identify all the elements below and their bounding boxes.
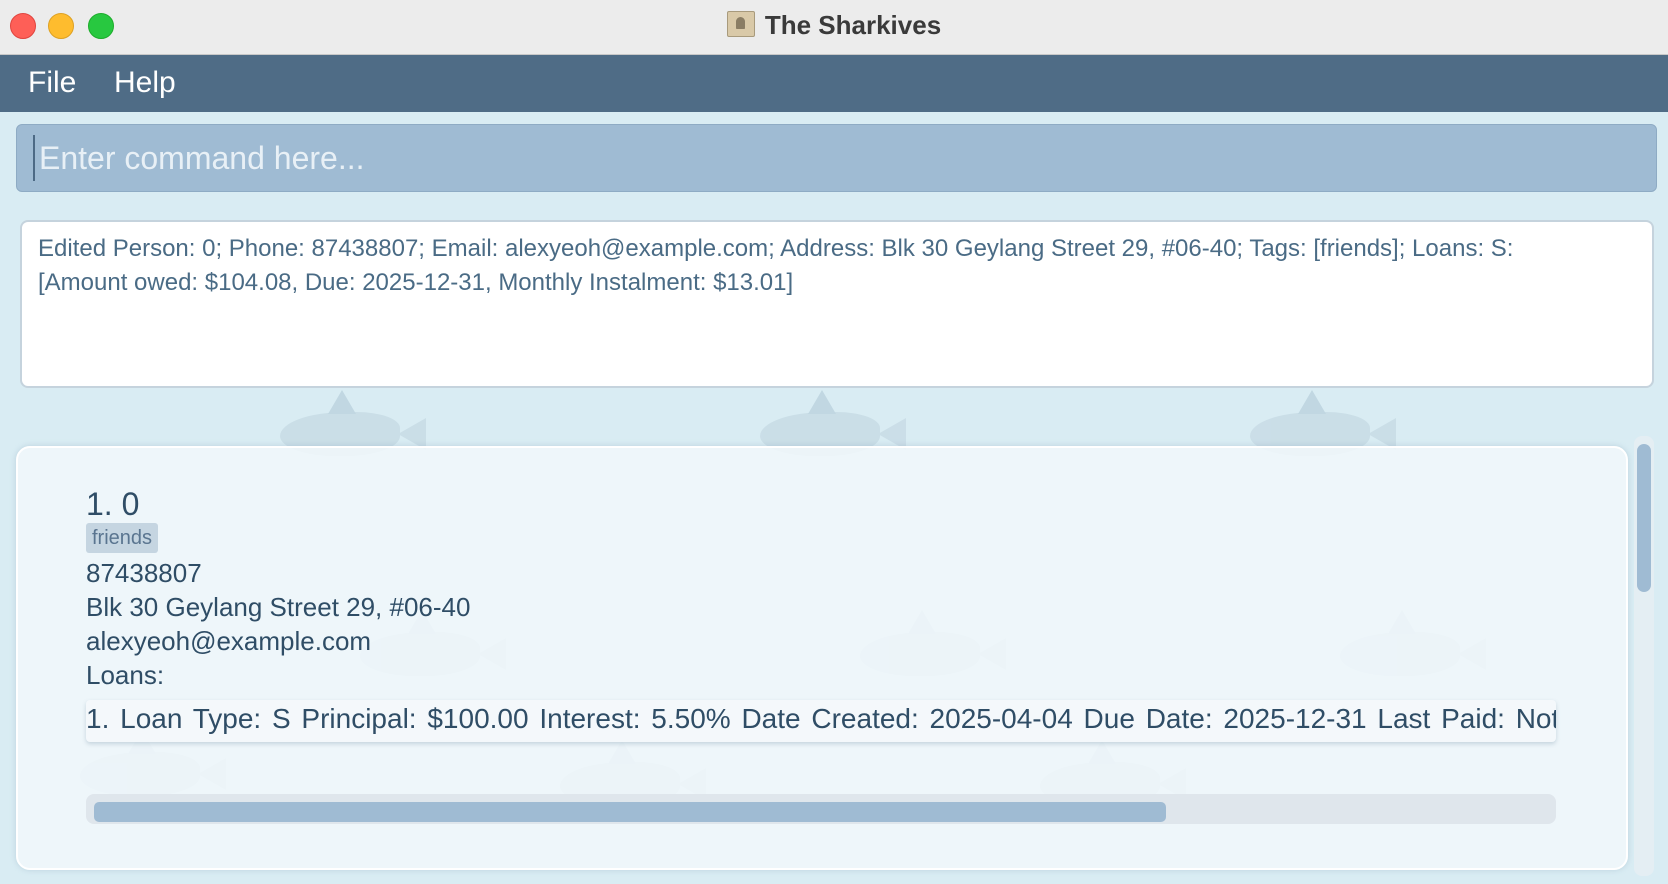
loan-details: 1. Loan Type: S Principal: $100.00 Inter…: [86, 703, 1556, 734]
window-title-container: The Sharkives: [0, 10, 1668, 41]
command-box: [16, 124, 1657, 192]
person-address: Blk 30 Geylang Street 29, #06-40: [86, 592, 471, 622]
tag-badge: friends: [86, 523, 159, 553]
menu-file[interactable]: File: [28, 66, 76, 100]
person-phone: 87438807: [86, 558, 202, 588]
person-email: alexyeoh@example.com: [86, 626, 372, 656]
person-name: 1. 0: [86, 486, 140, 522]
result-line-1: Edited Person: 0; Phone: 87438807; Email…: [38, 235, 1514, 262]
address-book-icon: [726, 11, 755, 37]
menu-help[interactable]: Help: [114, 66, 176, 100]
loan-list-item[interactable]: 1. Loan Type: S Principal: $100.00 Inter…: [86, 700, 1556, 742]
command-input[interactable]: [33, 135, 1639, 181]
result-line-2: [Amount owed: $104.08, Due: 2025-12-31, …: [38, 269, 794, 296]
person-list-scrollbar-thumb[interactable]: [1637, 444, 1651, 592]
result-display: Edited Person: 0; Phone: 87438807; Email…: [20, 220, 1654, 388]
loans-label: Loans:: [86, 660, 165, 690]
loan-list-horizontal-scrollbar-thumb[interactable]: [94, 802, 1166, 822]
window-title: The Sharkives: [764, 10, 942, 40]
menu-bar: File Help: [0, 55, 1668, 112]
title-bar: The Sharkives: [0, 0, 1668, 55]
